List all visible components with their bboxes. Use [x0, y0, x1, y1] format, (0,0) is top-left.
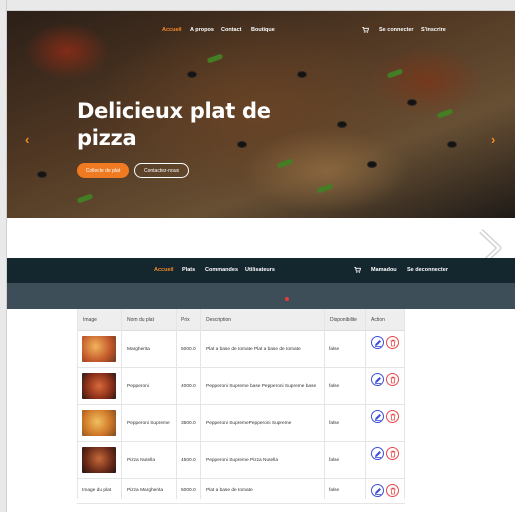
nav-apropos[interactable]: A propos	[190, 27, 214, 33]
dish-price: 4500.0	[181, 458, 196, 463]
dish-price: 3500.0	[181, 421, 196, 426]
admin-nav-plats[interactable]: Plats	[182, 267, 195, 273]
chevron-left-icon[interactable]: ‹	[25, 132, 29, 147]
trash-icon	[390, 376, 396, 384]
dish-availability: false	[329, 384, 340, 389]
header-price: Prix	[181, 317, 190, 323]
admin-nav-accueil[interactable]: Accueil	[154, 267, 174, 273]
delete-button[interactable]	[386, 336, 399, 349]
edit-button[interactable]	[371, 410, 384, 423]
nav-contact[interactable]: Contact	[221, 27, 241, 33]
dish-description: Plat a base de tomate	[206, 488, 253, 493]
header-image: Image	[83, 317, 97, 323]
header-availability: Disponibilite	[330, 317, 357, 323]
dish-name: Pizza Margherita	[127, 488, 163, 493]
dish-price: 4000.0	[181, 384, 196, 389]
edit-button[interactable]	[371, 336, 384, 349]
dish-image	[82, 336, 116, 362]
hero-navbar: Accueil A propos Contact Boutique Se con…	[7, 27, 515, 39]
edit-icon	[375, 488, 381, 495]
trash-icon	[390, 413, 396, 421]
nav-register[interactable]: S'inscrire	[421, 27, 446, 33]
dish-image-alt: Image du plat	[82, 488, 112, 493]
dish-description: Pepperoni SupremePepperoni Supreme	[206, 421, 292, 426]
edit-button[interactable]	[371, 447, 384, 460]
delete-button[interactable]	[386, 484, 399, 497]
table-row: Image du plat Pizza Margherita 5000.0 Pl…	[77, 479, 405, 504]
edit-icon	[375, 414, 381, 421]
delete-button[interactable]	[386, 373, 399, 386]
cart-icon[interactable]	[354, 267, 361, 273]
dish-name: Pepperoni Supreme	[127, 421, 170, 426]
edit-icon	[375, 340, 381, 347]
admin-navbar: Accueil Plats Commandes Utilisateurs Mam…	[7, 258, 515, 283]
contact-us-button[interactable]: Contactez-nous	[134, 163, 189, 178]
dish-availability: false	[329, 421, 340, 426]
header-name: Nom du plat	[127, 317, 154, 323]
header-description: Description	[206, 317, 232, 323]
chevron-right-icon[interactable]: ›	[491, 132, 495, 147]
browser-frame: Accueil A propos Contact Boutique Se con…	[0, 0, 515, 512]
nav-boutique[interactable]: Boutique	[251, 27, 275, 33]
dish-image	[82, 447, 116, 473]
dish-description: Pepperoni Supreme base Pepperoni Supreme…	[206, 384, 317, 389]
table-row: Pizza Nutella 4500.0 Pepperoni Supreme P…	[77, 442, 405, 479]
dish-price: 5000.0	[181, 488, 196, 493]
logout-link[interactable]: Se deconnecter	[407, 267, 448, 273]
header-action: Action	[371, 317, 385, 323]
edit-icon	[375, 451, 381, 458]
dish-availability: false	[329, 488, 340, 493]
admin-header-band	[7, 283, 515, 309]
dish-price: 5000.0	[181, 347, 196, 352]
dish-name: Pepperoni	[127, 384, 149, 389]
dish-description: Pepperoni Supreme Pizza Nutella	[206, 458, 278, 463]
indicator-dot	[285, 297, 289, 301]
nav-login[interactable]: Se connecter	[379, 27, 414, 33]
dish-availability: false	[329, 458, 340, 463]
dish-name: Margherita	[127, 347, 150, 352]
admin-nav-commandes[interactable]: Commandes	[205, 267, 238, 273]
trash-icon	[390, 487, 396, 495]
edit-button[interactable]	[371, 484, 384, 497]
dish-description: Plat a base de tomate Plat a base de tom…	[206, 347, 301, 352]
collect-dish-button[interactable]: Collecte de plat	[77, 163, 129, 178]
cart-icon[interactable]	[362, 27, 369, 33]
table-header: Image Nom du plat Prix Description Dispo…	[77, 309, 405, 331]
dish-name: Pizza Nutella	[127, 458, 155, 463]
hero-title: Delicieux plat de pizza	[77, 99, 271, 150]
trash-icon	[390, 450, 396, 458]
nav-accueil[interactable]: Accueil	[162, 27, 182, 33]
delete-button[interactable]	[386, 410, 399, 423]
table-row: Pepperoni 4000.0 Pepperoni Supreme base …	[77, 368, 405, 405]
edit-icon	[375, 377, 381, 384]
delete-button[interactable]	[386, 447, 399, 460]
dish-image	[82, 373, 116, 399]
hero-banner: Accueil A propos Contact Boutique Se con…	[7, 11, 515, 218]
table-row: Margherita 5000.0 Plat a base de tomate …	[77, 331, 405, 368]
user-name[interactable]: Mamadou	[371, 267, 397, 273]
trash-icon	[390, 339, 396, 347]
table-row: Pepperoni Supreme 3500.0 Pepperoni Supre…	[77, 405, 405, 442]
edit-button[interactable]	[371, 373, 384, 386]
frame-top-border	[0, 0, 515, 11]
frame-left-border	[0, 0, 7, 512]
admin-nav-utilisateurs[interactable]: Utilisateurs	[245, 267, 275, 273]
dish-availability: false	[329, 347, 340, 352]
dish-image	[82, 410, 116, 436]
